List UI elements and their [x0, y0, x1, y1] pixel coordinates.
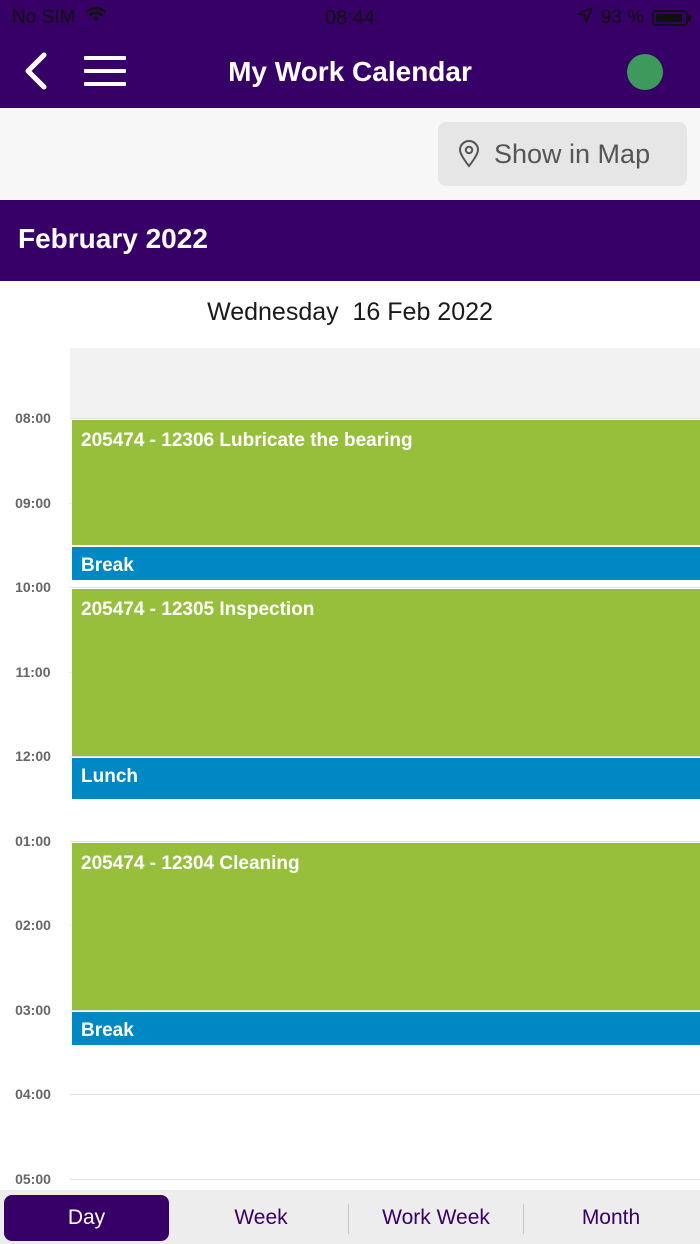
month-header: February 2022 — [0, 200, 700, 281]
tab-month[interactable]: Month — [525, 1195, 697, 1241]
day-header: Wednesday 16 Feb 2022 — [207, 298, 493, 326]
event-inspection[interactable]: 205474 - 12305 Inspection — [72, 589, 700, 756]
day-schedule-grid[interactable]: 08:00 09:00 10:00 11:00 12:00 01:00 02:0… — [0, 348, 700, 1190]
hour-label: 10:00 — [15, 579, 51, 595]
hour-label: 01:00 — [15, 833, 51, 849]
hour-label: 11:00 — [15, 664, 51, 680]
event-title: Break — [81, 555, 134, 576]
event-title: 205474 - 12306 Lubricate the bearing — [81, 430, 413, 451]
hour-label: 09:00 — [15, 495, 51, 511]
hour-line — [70, 1094, 700, 1095]
hour-line — [70, 587, 700, 588]
tab-separator — [348, 1204, 349, 1234]
month-title: February 2022 — [18, 223, 208, 254]
hour-label: 05:00 — [15, 1171, 51, 1187]
tab-week[interactable]: Week — [175, 1195, 347, 1241]
show-in-map-label: Show in Map — [494, 138, 651, 169]
map-pin-icon — [458, 140, 480, 168]
event-cleaning[interactable]: 205474 - 12304 Cleaning — [72, 843, 700, 1010]
event-title: Lunch — [81, 766, 138, 787]
event-title: 205474 - 12304 Cleaning — [81, 853, 300, 874]
hour-line — [70, 1010, 700, 1011]
event-lunch[interactable]: Lunch — [72, 758, 700, 799]
page-title: My Work Calendar — [228, 56, 472, 87]
online-status-indicator — [627, 54, 663, 90]
event-title: Break — [81, 1020, 134, 1041]
tab-separator — [523, 1204, 524, 1234]
view-segmented-control: Day Week Work Week Month — [0, 1190, 700, 1244]
hour-label: 08:00 — [15, 410, 51, 426]
hour-label: 02:00 — [15, 917, 51, 933]
hour-label: 03:00 — [15, 1002, 51, 1018]
status-right-group: 93 % — [576, 7, 691, 29]
show-in-map-button[interactable]: Show in Map — [438, 122, 687, 186]
battery-percent: 93 % — [600, 7, 644, 28]
toolbar: Show in Map — [0, 108, 700, 200]
hour-line — [70, 841, 700, 842]
battery-icon — [652, 10, 691, 26]
hour-label: 12:00 — [15, 748, 51, 764]
event-break[interactable]: Break — [72, 547, 700, 580]
hour-line — [70, 418, 700, 419]
tab-day[interactable]: Day — [4, 1195, 169, 1241]
event-title: 205474 - 12305 Inspection — [81, 599, 315, 620]
tab-work-week[interactable]: Work Week — [350, 1195, 522, 1241]
status-bar: No SIM 08:44 93 % — [0, 0, 700, 36]
location-arrow-icon — [576, 7, 593, 29]
hour-label: 04:00 — [15, 1086, 51, 1102]
all-day-area[interactable] — [70, 348, 700, 418]
hour-line — [70, 1179, 700, 1180]
event-lubricate-bearing[interactable]: 205474 - 12306 Lubricate the bearing — [72, 420, 700, 545]
navigation-bar: My Work Calendar — [0, 36, 700, 108]
hour-line — [70, 756, 700, 757]
event-break[interactable]: Break — [72, 1012, 700, 1045]
